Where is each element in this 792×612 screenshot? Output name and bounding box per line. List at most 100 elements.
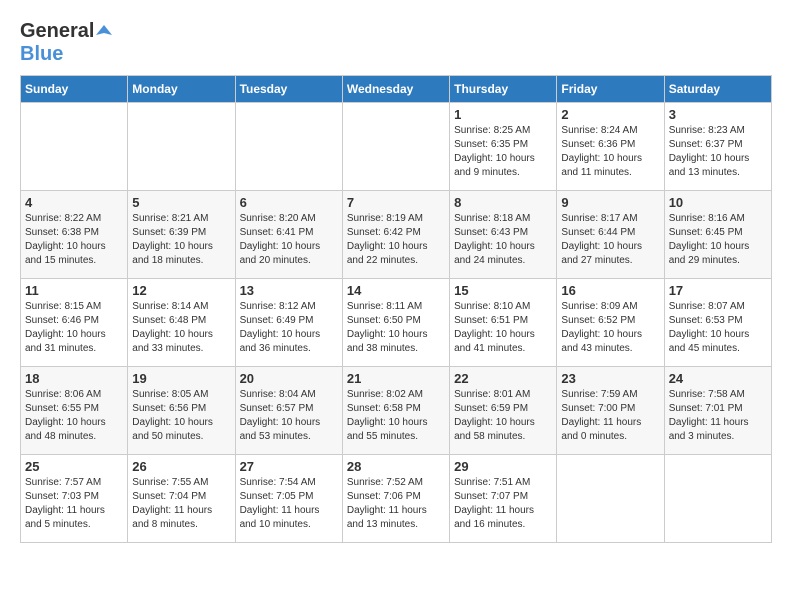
calendar-cell: 25Sunrise: 7:57 AM Sunset: 7:03 PM Dayli…	[21, 454, 128, 542]
day-header-friday: Friday	[557, 75, 664, 102]
day-number: 14	[347, 283, 445, 298]
calendar-cell: 29 Sunrise: 7:51 AM Sunset: 7:07 PM Dayli…	[450, 454, 557, 542]
day-number: 5	[132, 195, 230, 210]
week-row-1: 1 Sunrise: 8:25 AM Sunset: 6:35 PM Daylig…	[21, 102, 772, 190]
calendar-cell: 20 Sunrise: 8:04 AM Sunset: 6:57 PM Dayli…	[235, 366, 342, 454]
day-number: 2	[561, 107, 659, 122]
calendar-cell: 1 Sunrise: 8:25 AM Sunset: 6:35 PM Daylig…	[450, 102, 557, 190]
day-header-tuesday: Tuesday	[235, 75, 342, 102]
calendar-cell: 26 Sunrise: 7:55 AM Sunset: 7:04 PM Dayli…	[128, 454, 235, 542]
day-info: Sunrise: 8:06 AM Sunset: 6:55 PM Dayligh…	[25, 388, 123, 444]
day-info: Sunrise: 8:25 AM Sunset: 6:35 PM Dayligh…	[454, 124, 552, 180]
calendar-cell: 17 Sunrise: 8:07 AM Sunset: 6:53 PM Dayli…	[664, 278, 771, 366]
day-info: Sunrise: 8:04 AM Sunset: 6:57 PM Dayligh…	[240, 388, 338, 444]
day-info: Sunrise: 7:51 AM Sunset: 7:07 PM Dayligh…	[454, 476, 552, 532]
day-info: Sunrise: 8:23 AM Sunset: 6:37 PM Dayligh…	[669, 124, 767, 180]
calendar-cell	[235, 102, 342, 190]
week-row-2: 4 Sunrise: 8:22 AM Sunset: 6:38 PM Daylig…	[21, 190, 772, 278]
day-number: 9	[561, 195, 659, 210]
day-info: Sunrise: 7:54 AM Sunset: 7:05 PM Dayligh…	[240, 476, 338, 532]
day-number: 12	[132, 283, 230, 298]
day-info: Sunrise: 8:09 AM Sunset: 6:52 PM Dayligh…	[561, 300, 659, 356]
day-info: Sunrise: 7:52 AM Sunset: 7:06 PM Dayligh…	[347, 476, 445, 532]
day-number: 28	[347, 459, 445, 474]
day-number: 24	[669, 371, 767, 386]
day-info: Sunrise: 7:57 AM Sunset: 7:03 PM Dayligh…	[25, 476, 123, 532]
calendar-cell	[664, 454, 771, 542]
day-number: 29	[454, 459, 552, 474]
day-number: 20	[240, 371, 338, 386]
week-row-4: 18 Sunrise: 8:06 AM Sunset: 6:55 PM Dayli…	[21, 366, 772, 454]
day-header-thursday: Thursday	[450, 75, 557, 102]
day-number: 19	[132, 371, 230, 386]
day-number: 23	[561, 371, 659, 386]
day-number: 4	[25, 195, 123, 210]
week-row-3: 11 Sunrise: 8:15 AM Sunset: 6:46 PM Dayli…	[21, 278, 772, 366]
day-info: Sunrise: 8:22 AM Sunset: 6:38 PM Dayligh…	[25, 212, 123, 268]
day-number: 21	[347, 371, 445, 386]
calendar-table: SundayMondayTuesdayWednesdayThursdayFrid…	[20, 75, 772, 543]
day-number: 1	[454, 107, 552, 122]
calendar-cell: 7Sunrise: 8:19 AM Sunset: 6:42 PM Daylig…	[342, 190, 449, 278]
day-info: Sunrise: 8:15 AM Sunset: 6:46 PM Dayligh…	[25, 300, 123, 356]
calendar-cell: 15 Sunrise: 8:10 AM Sunset: 6:51 PM Dayli…	[450, 278, 557, 366]
day-info: Sunrise: 8:19 AM Sunset: 6:42 PM Dayligh…	[347, 212, 445, 268]
calendar-cell: 9 Sunrise: 8:17 AM Sunset: 6:44 PM Daylig…	[557, 190, 664, 278]
day-header-saturday: Saturday	[664, 75, 771, 102]
calendar-cell: 18 Sunrise: 8:06 AM Sunset: 6:55 PM Dayli…	[21, 366, 128, 454]
calendar-cell: 6 Sunrise: 8:20 AM Sunset: 6:41 PM Daylig…	[235, 190, 342, 278]
day-info: Sunrise: 7:58 AM Sunset: 7:01 PM Dayligh…	[669, 388, 767, 444]
day-info: Sunrise: 8:01 AM Sunset: 6:59 PM Dayligh…	[454, 388, 552, 444]
day-number: 22	[454, 371, 552, 386]
day-number: 18	[25, 371, 123, 386]
calendar-cell: 3 Sunrise: 8:23 AM Sunset: 6:37 PM Daylig…	[664, 102, 771, 190]
day-number: 11	[25, 283, 123, 298]
calendar-cell: 12 Sunrise: 8:14 AM Sunset: 6:48 PM Dayli…	[128, 278, 235, 366]
day-info: Sunrise: 8:14 AM Sunset: 6:48 PM Dayligh…	[132, 300, 230, 356]
day-info: Sunrise: 8:24 AM Sunset: 6:36 PM Dayligh…	[561, 124, 659, 180]
calendar-cell: 5 Sunrise: 8:21 AM Sunset: 6:39 PM Daylig…	[128, 190, 235, 278]
page-header: General Blue	[20, 20, 772, 65]
calendar-cell: 10 Sunrise: 8:16 AM Sunset: 6:45 PM Dayli…	[664, 190, 771, 278]
day-number: 15	[454, 283, 552, 298]
calendar-cell: 14 Sunrise: 8:11 AM Sunset: 6:50 PM Dayli…	[342, 278, 449, 366]
calendar-cell	[342, 102, 449, 190]
day-number: 17	[669, 283, 767, 298]
calendar-cell: 16Sunrise: 8:09 AM Sunset: 6:52 PM Dayli…	[557, 278, 664, 366]
calendar-cell: 24 Sunrise: 7:58 AM Sunset: 7:01 PM Dayli…	[664, 366, 771, 454]
day-info: Sunrise: 7:59 AM Sunset: 7:00 PM Dayligh…	[561, 388, 659, 444]
day-number: 10	[669, 195, 767, 210]
day-number: 13	[240, 283, 338, 298]
calendar-cell: 4 Sunrise: 8:22 AM Sunset: 6:38 PM Daylig…	[21, 190, 128, 278]
day-number: 3	[669, 107, 767, 122]
day-number: 26	[132, 459, 230, 474]
day-info: Sunrise: 8:02 AM Sunset: 6:58 PM Dayligh…	[347, 388, 445, 444]
calendar-cell: 28 Sunrise: 7:52 AM Sunset: 7:06 PM Dayli…	[342, 454, 449, 542]
calendar-cell: 2 Sunrise: 8:24 AM Sunset: 6:36 PM Daylig…	[557, 102, 664, 190]
day-header-wednesday: Wednesday	[342, 75, 449, 102]
day-info: Sunrise: 8:11 AM Sunset: 6:50 PM Dayligh…	[347, 300, 445, 356]
days-header-row: SundayMondayTuesdayWednesdayThursdayFrid…	[21, 75, 772, 102]
calendar-cell: 11 Sunrise: 8:15 AM Sunset: 6:46 PM Dayli…	[21, 278, 128, 366]
day-info: Sunrise: 8:18 AM Sunset: 6:43 PM Dayligh…	[454, 212, 552, 268]
day-info: Sunrise: 8:16 AM Sunset: 6:45 PM Dayligh…	[669, 212, 767, 268]
day-info: Sunrise: 8:21 AM Sunset: 6:39 PM Dayligh…	[132, 212, 230, 268]
day-number: 27	[240, 459, 338, 474]
day-info: Sunrise: 8:20 AM Sunset: 6:41 PM Dayligh…	[240, 212, 338, 268]
day-header-sunday: Sunday	[21, 75, 128, 102]
day-header-monday: Monday	[128, 75, 235, 102]
day-info: Sunrise: 8:17 AM Sunset: 6:44 PM Dayligh…	[561, 212, 659, 268]
day-info: Sunrise: 7:55 AM Sunset: 7:04 PM Dayligh…	[132, 476, 230, 532]
calendar-cell: 13 Sunrise: 8:12 AM Sunset: 6:49 PM Dayli…	[235, 278, 342, 366]
calendar-cell	[21, 102, 128, 190]
logo: General Blue	[20, 20, 114, 65]
calendar-cell	[557, 454, 664, 542]
day-number: 6	[240, 195, 338, 210]
calendar-cell: 19Sunrise: 8:05 AM Sunset: 6:56 PM Dayli…	[128, 366, 235, 454]
day-info: Sunrise: 8:12 AM Sunset: 6:49 PM Dayligh…	[240, 300, 338, 356]
week-row-5: 25Sunrise: 7:57 AM Sunset: 7:03 PM Dayli…	[21, 454, 772, 542]
calendar-cell: 22 Sunrise: 8:01 AM Sunset: 6:59 PM Dayli…	[450, 366, 557, 454]
day-info: Sunrise: 8:10 AM Sunset: 6:51 PM Dayligh…	[454, 300, 552, 356]
logo-text: General Blue	[20, 20, 114, 65]
day-info: Sunrise: 8:07 AM Sunset: 6:53 PM Dayligh…	[669, 300, 767, 356]
